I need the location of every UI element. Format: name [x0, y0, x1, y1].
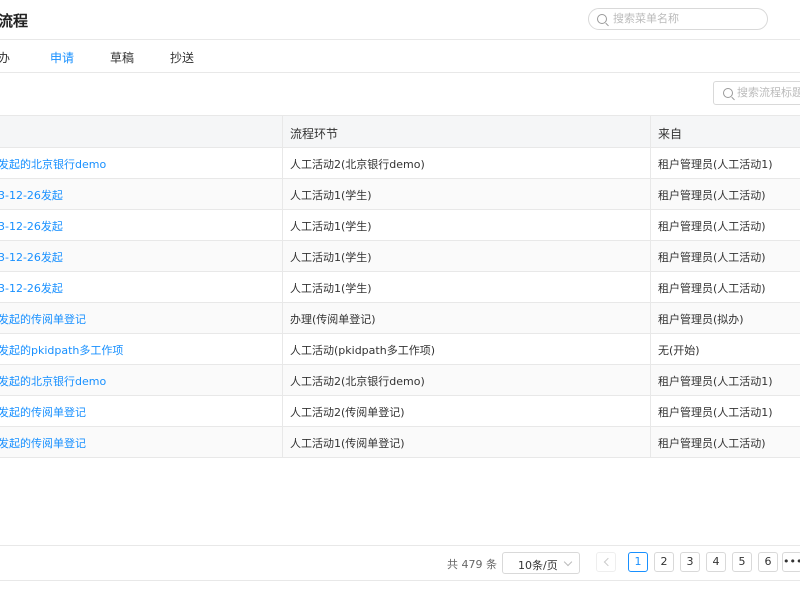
table-row[interactable]: 发起的传阅单登记 人工活动2(传阅单登记) 租户管理员(人工活动1)	[0, 396, 800, 427]
header-from: 来自	[658, 127, 683, 141]
column-divider	[650, 427, 651, 457]
process-title-link[interactable]: 发起的传阅单登记	[0, 435, 86, 451]
process-stage: 人工活动(pkidpath多工作项)	[290, 344, 435, 357]
tab-cc[interactable]: 抄送	[170, 49, 194, 66]
process-table: 流程环节 来自 发起的北京银行demo 人工活动2(北京银行demo) 租户管理员(…	[0, 115, 800, 458]
header-stage: 流程环节	[290, 127, 339, 141]
process-title-link[interactable]: 3-12-26发起	[0, 187, 63, 203]
column-divider	[650, 396, 651, 426]
menu-search-box[interactable]	[588, 8, 768, 30]
column-divider	[650, 210, 651, 240]
page-button[interactable]: 1	[628, 552, 648, 572]
table-row[interactable]: 发起的传阅单登记 人工活动1(传阅单登记) 租户管理员(人工活动)	[0, 427, 800, 458]
column-divider	[650, 179, 651, 209]
process-stage: 人工活动2(北京银行demo)	[290, 375, 425, 388]
total-count: 共 479 条	[447, 558, 497, 571]
process-from: 租户管理员(人工活动)	[658, 282, 766, 295]
process-stage: 人工活动1(学生)	[290, 220, 372, 233]
page-size-select[interactable]: 10条/页	[502, 552, 580, 574]
tab-todo[interactable]: 办	[0, 49, 10, 66]
process-stage: 人工活动1(学生)	[290, 189, 372, 202]
process-title-link[interactable]: 发起的北京银行demo	[0, 156, 106, 172]
process-stage: 办理(传阅单登记)	[290, 313, 376, 326]
menu-search-input[interactable]	[613, 12, 753, 25]
process-from: 租户管理员(人工活动)	[658, 251, 766, 264]
table-row[interactable]: 发起的北京银行demo 人工活动2(北京银行demo) 租户管理员(人工活动1)	[0, 365, 800, 396]
column-divider	[650, 272, 651, 302]
table-row[interactable]: 3-12-26发起 人工活动1(学生) 租户管理员(人工活动)	[0, 179, 800, 210]
process-from: 租户管理员(人工活动)	[658, 437, 766, 450]
process-search-input[interactable]	[737, 86, 800, 99]
pagination: 共 479 条 10条/页 123456 •••	[0, 545, 800, 581]
process-from: 租户管理员(人工活动)	[658, 220, 766, 233]
process-title-link[interactable]: 3-12-26发起	[0, 280, 63, 296]
table-row[interactable]: 发起的北京银行demo 人工活动2(北京银行demo) 租户管理员(人工活动1)	[0, 148, 800, 179]
column-divider	[650, 303, 651, 333]
table-row[interactable]: 3-12-26发起 人工活动1(学生) 租户管理员(人工活动)	[0, 272, 800, 303]
chevron-left-icon	[603, 557, 612, 567]
page-title: 流程	[0, 12, 29, 30]
prev-page-button[interactable]	[596, 552, 616, 572]
process-from: 租户管理员(人工活动1)	[658, 406, 773, 419]
tab-bar: 办 申请 草稿 抄送	[0, 40, 800, 73]
process-from: 无(开始)	[658, 344, 700, 357]
process-from: 租户管理员(拟办)	[658, 313, 744, 326]
process-title-link[interactable]: 3-12-26发起	[0, 218, 63, 234]
top-bar: 流程	[0, 0, 800, 40]
table-row[interactable]: 发起的pkidpath多工作项 人工活动(pkidpath多工作项) 无(开始)	[0, 334, 800, 365]
process-from: 租户管理员(人工活动1)	[658, 375, 773, 388]
column-divider	[282, 179, 283, 209]
table-row[interactable]: 3-12-26发起 人工活动1(学生) 租户管理员(人工活动)	[0, 241, 800, 272]
column-divider	[282, 427, 283, 457]
column-divider	[282, 116, 283, 147]
column-divider	[650, 148, 651, 178]
search-icon	[723, 88, 733, 98]
column-divider	[650, 365, 651, 395]
search-icon	[597, 14, 607, 24]
process-title-link[interactable]: 发起的北京银行demo	[0, 373, 106, 389]
table-row[interactable]: 发起的传阅单登记 办理(传阅单登记) 租户管理员(拟办)	[0, 303, 800, 334]
page-size-label: 10条/页	[518, 559, 558, 572]
column-divider	[282, 303, 283, 333]
page-button[interactable]: 3	[680, 552, 700, 572]
table-row[interactable]: 3-12-26发起 人工活动1(学生) 租户管理员(人工活动)	[0, 210, 800, 241]
page-button[interactable]: 5	[732, 552, 752, 572]
chevron-down-icon	[563, 557, 573, 567]
process-stage: 人工活动1(学生)	[290, 251, 372, 264]
process-title-link[interactable]: 发起的传阅单登记	[0, 404, 86, 420]
column-divider	[282, 365, 283, 395]
more-pages-button[interactable]: •••	[782, 552, 800, 572]
table-header: 流程环节 来自	[0, 115, 800, 148]
column-divider	[650, 334, 651, 364]
process-stage: 人工活动2(北京银行demo)	[290, 158, 425, 171]
tab-drafts[interactable]: 草稿	[110, 49, 134, 66]
process-stage: 人工活动2(传阅单登记)	[290, 406, 405, 419]
process-stage: 人工活动1(传阅单登记)	[290, 437, 405, 450]
column-divider	[282, 148, 283, 178]
process-title-link[interactable]: 发起的传阅单登记	[0, 311, 86, 327]
column-divider	[650, 241, 651, 271]
process-title-link[interactable]: 3-12-26发起	[0, 249, 63, 265]
page-button[interactable]: 2	[654, 552, 674, 572]
column-divider	[282, 210, 283, 240]
tab-apply[interactable]: 申请	[50, 49, 74, 66]
column-divider	[282, 272, 283, 302]
column-divider	[650, 116, 651, 147]
process-from: 租户管理员(人工活动1)	[658, 158, 773, 171]
column-divider	[282, 241, 283, 271]
process-stage: 人工活动1(学生)	[290, 282, 372, 295]
page-button[interactable]: 6	[758, 552, 778, 572]
column-divider	[282, 396, 283, 426]
process-from: 租户管理员(人工活动)	[658, 189, 766, 202]
page-button[interactable]: 4	[706, 552, 726, 572]
column-divider	[282, 334, 283, 364]
process-title-link[interactable]: 发起的pkidpath多工作项	[0, 342, 123, 358]
process-search-box[interactable]	[713, 81, 800, 105]
